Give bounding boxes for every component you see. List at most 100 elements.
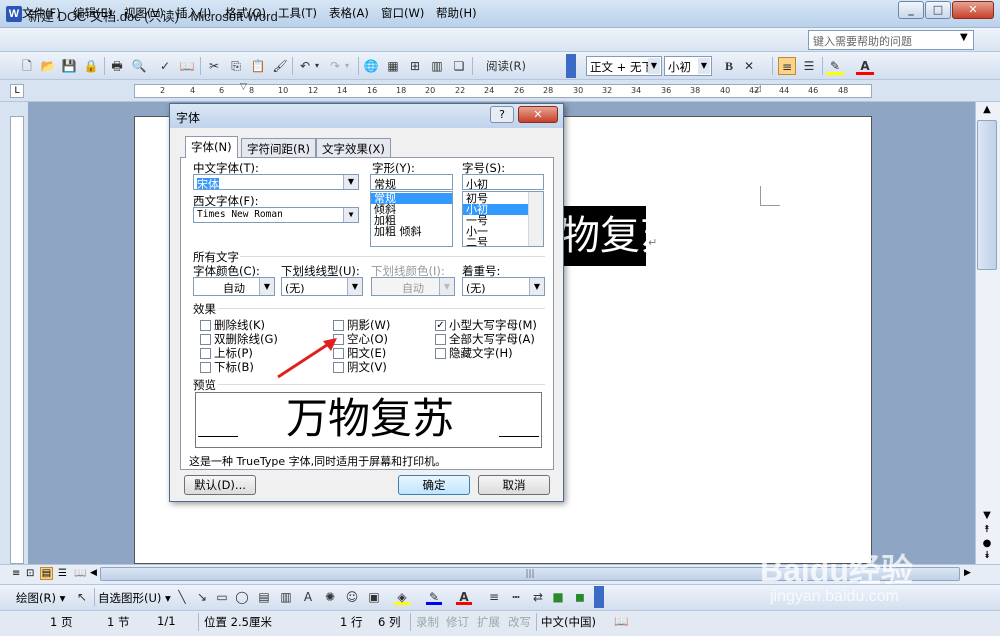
- bold-button[interactable]: B: [720, 57, 738, 75]
- chevron-down-icon[interactable]: ▼: [347, 278, 362, 295]
- hyperlink-icon[interactable]: 🌐: [362, 57, 380, 75]
- menu-table[interactable]: 表格(A): [329, 5, 369, 21]
- outline-view-icon[interactable]: ☰: [58, 568, 67, 579]
- cancel-button[interactable]: 取消: [478, 475, 550, 495]
- save-icon[interactable]: 💾: [60, 57, 78, 75]
- line-style-icon[interactable]: ≡: [486, 589, 502, 605]
- hidden-text-checkbox[interactable]: [435, 348, 446, 359]
- tables-borders-icon[interactable]: ▦: [384, 57, 402, 75]
- underline-style-select[interactable]: (无) ▼: [281, 277, 363, 296]
- scroll-up-icon[interactable]: ▲: [978, 104, 996, 115]
- shadow-style-icon[interactable]: ■: [550, 589, 566, 605]
- dialog-close-button[interactable]: ✕: [518, 106, 558, 123]
- menu-view[interactable]: 视图(V): [124, 5, 164, 21]
- columns-icon[interactable]: ▥: [428, 57, 446, 75]
- scroll-right-icon[interactable]: ▶: [964, 568, 971, 578]
- print-preview-icon[interactable]: 🔍: [130, 57, 148, 75]
- menu-tools[interactable]: 工具(T): [278, 5, 317, 21]
- document-selected-text[interactable]: 万物复苏: [560, 206, 646, 266]
- superscript-checkbox[interactable]: [200, 348, 211, 359]
- menu-window[interactable]: 窗口(W): [381, 5, 424, 21]
- arrow-icon[interactable]: ↘: [194, 589, 210, 605]
- shadow-checkbox[interactable]: [333, 320, 344, 331]
- status-record[interactable]: 录制: [416, 614, 439, 630]
- spelling-icon[interactable]: ✓: [156, 57, 174, 75]
- drawing-font-color-icon[interactable]: A: [456, 589, 472, 605]
- chevron-down-icon[interactable]: ▼: [439, 278, 454, 295]
- toolbar-options-icon[interactable]: [566, 54, 576, 78]
- tab-text-effects[interactable]: 文字效果(X): [316, 138, 391, 157]
- redo-dropdown-icon[interactable]: ▾: [342, 57, 352, 75]
- right-indent-marker-icon[interactable]: ◿: [754, 84, 761, 94]
- vertical-ruler[interactable]: [10, 116, 24, 564]
- small-caps-checkbox[interactable]: ✓: [435, 320, 446, 331]
- font-color-icon[interactable]: A: [856, 57, 874, 75]
- all-caps-checkbox[interactable]: [435, 334, 446, 345]
- style-select[interactable]: 正文 + 无下 ▼: [586, 56, 662, 76]
- toolbar-options-icon[interactable]: [594, 586, 604, 608]
- status-overtype[interactable]: 改写: [508, 614, 531, 630]
- indent-marker-icon[interactable]: ▽: [240, 82, 247, 92]
- autoshapes-button[interactable]: 自选图形(U) ▾: [98, 590, 171, 606]
- print-icon[interactable]: 🖶: [108, 57, 126, 75]
- status-track-changes[interactable]: 修订: [446, 614, 469, 630]
- line-color-icon[interactable]: ✎: [426, 589, 442, 605]
- font-size-select[interactable]: 小初 ▼: [664, 56, 712, 76]
- clipart-icon[interactable]: ☺: [344, 589, 360, 605]
- emphasis-select[interactable]: (无) ▼: [462, 277, 545, 296]
- select-objects-icon[interactable]: ↖: [74, 589, 90, 605]
- default-button[interactable]: 默认(D)...: [184, 475, 256, 495]
- dialog-help-button[interactable]: ?: [490, 106, 514, 123]
- strikethrough-checkbox[interactable]: [200, 320, 211, 331]
- wordart-icon[interactable]: A: [300, 589, 316, 605]
- previous-page-icon[interactable]: ⯭: [978, 524, 996, 535]
- west-font-select[interactable]: Times New Roman ▼: [193, 207, 359, 223]
- menu-file[interactable]: 文件(F): [22, 5, 61, 21]
- word-app-icon[interactable]: W: [6, 6, 22, 22]
- menu-insert[interactable]: 插入(I): [176, 5, 211, 21]
- align-distributed-icon[interactable]: ☰: [800, 57, 818, 75]
- diagram-icon[interactable]: ✺: [322, 589, 338, 605]
- dash-style-icon[interactable]: ┅: [508, 589, 524, 605]
- undo-dropdown-icon[interactable]: ▾: [312, 57, 322, 75]
- document-map-icon[interactable]: ❏: [450, 57, 468, 75]
- draw-menu-button[interactable]: 绘图(R) ▾: [16, 590, 65, 606]
- minimize-button[interactable]: _: [898, 1, 924, 19]
- spelling-status-icon[interactable]: 📖: [614, 614, 628, 628]
- vertical-textbox-icon[interactable]: ▥: [278, 589, 294, 605]
- double-strikethrough-checkbox[interactable]: [200, 334, 211, 345]
- chevron-down-icon[interactable]: ▼: [960, 32, 968, 43]
- vertical-scroll-thumb[interactable]: [977, 120, 997, 270]
- insert-picture-icon[interactable]: ▣: [366, 589, 382, 605]
- font-color-select[interactable]: 自动 ▼: [193, 277, 275, 296]
- chevron-down-icon[interactable]: ▼: [698, 58, 710, 74]
- web-view-icon[interactable]: ⊡: [26, 568, 34, 579]
- close-button[interactable]: ✕: [952, 1, 994, 19]
- rectangle-icon[interactable]: ▭: [214, 589, 230, 605]
- scroll-down-icon[interactable]: ▼: [978, 510, 996, 521]
- reading-view-icon[interactable]: 📖: [74, 568, 86, 579]
- format-painter-icon[interactable]: 🖌: [271, 57, 289, 75]
- tab-character-spacing[interactable]: 字符间距(R): [241, 138, 316, 157]
- permission-icon[interactable]: 🔒: [82, 57, 100, 75]
- font-style-list[interactable]: 常规 倾斜 加粗 加粗 倾斜: [370, 191, 453, 247]
- chevron-down-icon[interactable]: ▼: [343, 175, 358, 189]
- highlight-icon[interactable]: ✎: [826, 57, 844, 75]
- menu-help[interactable]: 帮助(H): [436, 5, 477, 21]
- chevron-down-icon[interactable]: ▼: [529, 278, 544, 295]
- arrow-style-icon[interactable]: ⇄: [530, 589, 546, 605]
- menu-edit[interactable]: 编辑(E): [73, 5, 112, 21]
- fill-color-icon[interactable]: ◈: [394, 589, 410, 605]
- status-language[interactable]: 中文(中国): [541, 614, 596, 630]
- font-style-option[interactable]: 加粗 倾斜: [371, 226, 452, 237]
- cn-font-select[interactable]: 宋体 ▼: [193, 174, 359, 190]
- chevron-down-icon[interactable]: ▼: [259, 278, 274, 295]
- line-icon[interactable]: ╲: [174, 589, 190, 605]
- tab-font[interactable]: 字体(N): [185, 136, 238, 158]
- font-size-scrollbar[interactable]: [528, 192, 543, 246]
- new-document-icon[interactable]: 🗋: [18, 57, 36, 75]
- status-extend[interactable]: 扩展: [477, 614, 500, 630]
- underline-color-select[interactable]: 自动 ▼: [371, 277, 455, 296]
- tab-stop-selector[interactable]: L: [10, 84, 24, 98]
- read-mode-button[interactable]: 阅读(R): [476, 57, 536, 75]
